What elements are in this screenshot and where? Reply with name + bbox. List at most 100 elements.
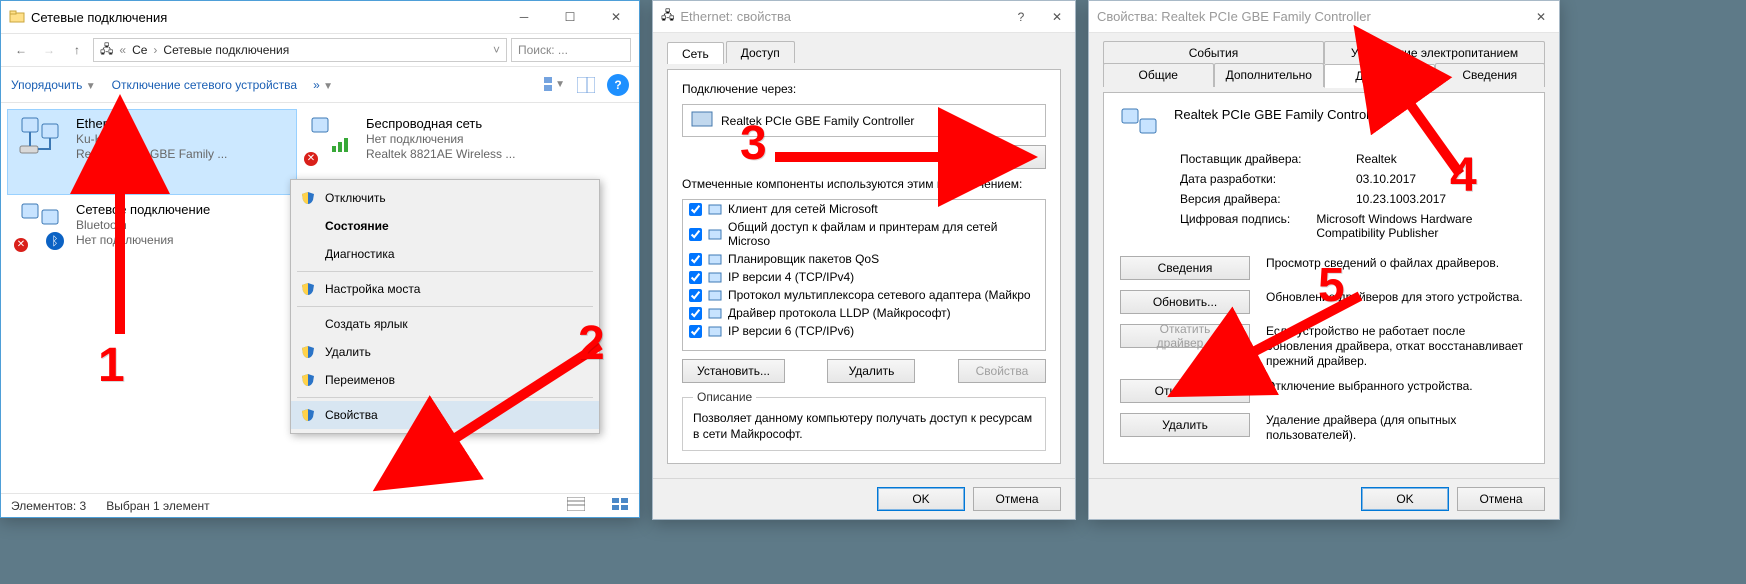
tab-general[interactable]: Общие: [1103, 63, 1214, 87]
component-item[interactable]: Драйвер протокола LLDP (Майкрософт): [683, 304, 1045, 322]
search-placeholder: Поиск: ...: [518, 43, 568, 57]
component-checkbox[interactable]: [689, 203, 702, 216]
component-label: Общий доступ к файлам и принтерам для се…: [728, 220, 1039, 248]
connection-status: Нет подключения: [366, 132, 515, 146]
context-menu-item[interactable]: Переименов: [291, 366, 599, 394]
ok-button[interactable]: OK: [1361, 487, 1449, 511]
titlebar: Свойства: Realtek PCIe GBE Family Contro…: [1089, 1, 1559, 33]
driver-properties-dialog: Свойства: Realtek PCIe GBE Family Contro…: [1088, 0, 1560, 520]
error-icon: ✕: [14, 238, 28, 252]
component-checkbox[interactable]: [689, 228, 702, 241]
tab-advanced[interactable]: Дополнительно: [1214, 63, 1325, 87]
tab-details[interactable]: Сведения: [1435, 63, 1546, 87]
driver-action-button[interactable]: Отключить: [1120, 379, 1250, 403]
tab-power[interactable]: Управление электропитанием: [1324, 41, 1545, 64]
driver-info: Поставщик драйвера:RealtekДата разработк…: [1180, 152, 1528, 240]
component-item[interactable]: Клиент для сетей Microsoft: [683, 200, 1045, 218]
driver-action-button[interactable]: Удалить: [1120, 413, 1250, 437]
connection-list: Ethernet Ku-Ku Realtek PCIe GBE Family .…: [1, 103, 639, 493]
component-item[interactable]: Протокол мультиплексора сетевого адаптер…: [683, 286, 1045, 304]
connection-name: Беспроводная сеть: [366, 116, 515, 131]
description-text: Позволяет данному компьютеру получать до…: [693, 410, 1035, 442]
back-button[interactable]: ←: [9, 38, 33, 62]
context-menu-item[interactable]: Диагностика: [291, 240, 599, 268]
help-button[interactable]: ?: [1003, 1, 1039, 33]
preview-pane-button[interactable]: [575, 74, 597, 96]
tab-access[interactable]: Доступ: [726, 41, 795, 63]
component-checkbox[interactable]: [689, 271, 702, 284]
connection-item[interactable]: ✕ ᛒ Сетевое подключение Bluetooth Нет по…: [7, 195, 297, 281]
context-menu-item[interactable]: Отключить: [291, 184, 599, 212]
window-title: Сетевые подключения: [31, 10, 501, 25]
protocol-icon: [708, 324, 722, 338]
protocol-icon: [708, 202, 722, 216]
chevron-down-icon[interactable]: ˅: [493, 43, 500, 57]
tab-strip: События Управление электропитанием Общие…: [1103, 41, 1545, 87]
driver-action-button[interactable]: Сведения: [1120, 256, 1250, 280]
component-label: IP версии 4 (TCP/IPv4): [728, 270, 854, 284]
tab-events[interactable]: События: [1103, 41, 1324, 64]
component-checkbox[interactable]: [689, 307, 702, 320]
context-menu-item[interactable]: Удалить: [291, 338, 599, 366]
protocol-icon: [708, 270, 722, 284]
component-checkbox[interactable]: [689, 289, 702, 302]
disable-device-button[interactable]: Отключение сетевого устройства: [112, 78, 297, 92]
breadcrumb-root[interactable]: Се: [132, 43, 147, 57]
component-item[interactable]: IP версии 6 (TCP/IPv6): [683, 322, 1045, 340]
driver-action-button[interactable]: Обновить...: [1120, 290, 1250, 314]
component-item[interactable]: IP версии 4 (TCP/IPv4): [683, 268, 1045, 286]
component-checkbox[interactable]: [689, 253, 702, 266]
wifi-adapter-icon: ✕: [308, 116, 356, 164]
organize-button[interactable]: Упорядочить ▼: [11, 78, 96, 92]
icons-view-button[interactable]: [611, 497, 629, 514]
breadcrumb-leaf[interactable]: Сетевые подключения: [163, 43, 289, 57]
address-bar[interactable]: 🖧 « Се › Сетевые подключения ˅: [93, 38, 507, 62]
close-button[interactable]: ✕: [1039, 1, 1075, 33]
connection-status: Ku-Ku: [76, 132, 227, 146]
minimize-button[interactable]: ─: [501, 1, 547, 33]
search-input[interactable]: Поиск: ...: [511, 38, 631, 62]
context-menu-item[interactable]: Свойства: [291, 401, 599, 429]
tab-driver[interactable]: Драйвер: [1324, 64, 1435, 88]
connection-item[interactable]: Ethernet Ku-Ku Realtek PCIe GBE Family .…: [7, 109, 297, 195]
nic-icon: [1120, 107, 1160, 142]
explorer-window: Сетевые подключения ─ ☐ ✕ ← → ↑ 🖧 « Се ›…: [0, 0, 640, 518]
properties-button[interactable]: Свойства: [958, 359, 1046, 383]
cancel-button[interactable]: Отмена: [973, 487, 1061, 511]
context-menu-item[interactable]: Настройка моста: [291, 275, 599, 303]
close-button[interactable]: ✕: [1523, 1, 1559, 33]
bluetooth-icon: ᛒ: [46, 232, 64, 250]
component-label: IP версии 6 (TCP/IPv6): [728, 324, 854, 338]
context-menu-item[interactable]: Состояние: [291, 212, 599, 240]
configure-button[interactable]: Настроить...: [947, 145, 1046, 169]
close-button[interactable]: ✕: [593, 1, 639, 33]
component-item[interactable]: Планировщик пакетов QoS: [683, 250, 1045, 268]
connection-device: Нет подключения: [76, 233, 210, 247]
component-list[interactable]: Клиент для сетей Microsoft Общий доступ к…: [682, 199, 1046, 351]
description-group: Описание Позволяет данному компьютеру по…: [682, 397, 1046, 451]
ok-button[interactable]: OK: [877, 487, 965, 511]
chevron-left-icon: «: [119, 43, 126, 57]
titlebar: 🖧 Ethernet: свойства ? ✕: [653, 1, 1075, 33]
status-bar: Элементов: 3 Выбран 1 элемент: [1, 493, 639, 517]
shield-icon: [301, 408, 315, 422]
view-mode-button[interactable]: ▼: [543, 74, 565, 96]
help-button[interactable]: ?: [607, 74, 629, 96]
forward-button[interactable]: →: [37, 38, 61, 62]
overflow-button[interactable]: » ▼: [313, 78, 333, 92]
status-count: Элементов: 3: [11, 499, 86, 513]
component-checkbox[interactable]: [689, 325, 702, 338]
info-key: Поставщик драйвера:: [1180, 152, 1340, 166]
context-menu-item[interactable]: Создать ярлык: [291, 310, 599, 338]
window-title: Свойства: Realtek PCIe GBE Family Contro…: [1097, 9, 1523, 24]
component-item[interactable]: Общий доступ к файлам и принтерам для се…: [683, 218, 1045, 250]
cancel-button[interactable]: Отмена: [1457, 487, 1545, 511]
uninstall-button[interactable]: Удалить: [827, 359, 915, 383]
component-label: Драйвер протокола LLDP (Майкрософт): [728, 306, 951, 320]
driver-action-button[interactable]: Откатить драйвер...: [1120, 324, 1250, 348]
maximize-button[interactable]: ☐: [547, 1, 593, 33]
up-button[interactable]: ↑: [65, 38, 89, 62]
details-view-button[interactable]: [567, 497, 585, 514]
tab-network[interactable]: Сеть: [667, 42, 724, 64]
install-button[interactable]: Установить...: [682, 359, 785, 383]
